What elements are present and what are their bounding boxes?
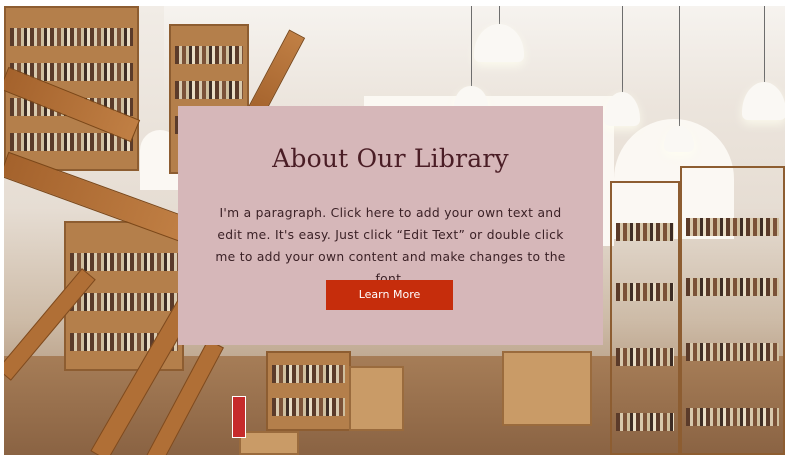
section-paragraph[interactable]: I'm a paragraph. Click here to add your …: [208, 202, 573, 290]
bookshelf: [266, 351, 351, 431]
bookshelf: [610, 181, 680, 455]
pendant-lamp-icon: [742, 6, 785, 126]
section-title: About Our Library: [272, 144, 509, 173]
book-cart: [239, 431, 299, 455]
pendant-lamp-icon: [604, 6, 640, 131]
pendant-lamp-icon: [664, 6, 694, 156]
pendant-lamp-icon: [454, 6, 488, 116]
exit-sign: [232, 396, 246, 438]
book-cart: [349, 366, 404, 431]
bookshelf: [680, 166, 785, 455]
about-card: About Our Library I'm a paragraph. Click…: [178, 106, 603, 345]
learn-more-button[interactable]: Learn More: [326, 280, 453, 310]
book-cart: [502, 351, 592, 426]
